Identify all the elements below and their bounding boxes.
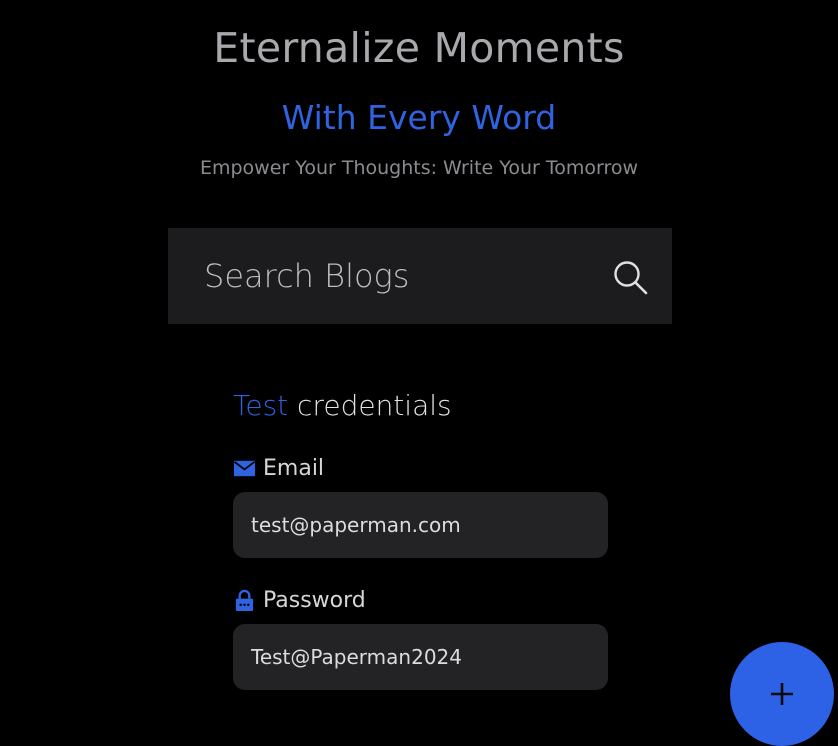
search-input[interactable] bbox=[204, 252, 604, 300]
credentials-heading: Test credentials bbox=[233, 389, 452, 422]
credentials-heading-rest: credentials bbox=[297, 389, 452, 422]
plus-icon bbox=[771, 683, 793, 705]
email-label: Email bbox=[233, 456, 324, 481]
page: Eternalize Moments With Every Word Empow… bbox=[0, 0, 838, 746]
hero-title: Eternalize Moments bbox=[213, 24, 625, 72]
search-icon[interactable] bbox=[612, 259, 648, 295]
hero-tagline: Empower Your Thoughts: Write Your Tomorr… bbox=[199, 157, 639, 179]
lock-icon bbox=[235, 589, 254, 612]
search-bar bbox=[168, 228, 672, 324]
password-label-text: Password bbox=[263, 588, 366, 613]
email-field[interactable] bbox=[233, 492, 608, 558]
hero-subtitle: With Every Word bbox=[281, 98, 557, 137]
password-field[interactable] bbox=[233, 624, 608, 690]
mail-icon bbox=[233, 460, 256, 477]
password-label: Password bbox=[233, 588, 366, 613]
add-post-button[interactable] bbox=[730, 642, 834, 746]
email-label-text: Email bbox=[263, 456, 325, 481]
credentials-heading-accent: Test bbox=[233, 389, 289, 422]
